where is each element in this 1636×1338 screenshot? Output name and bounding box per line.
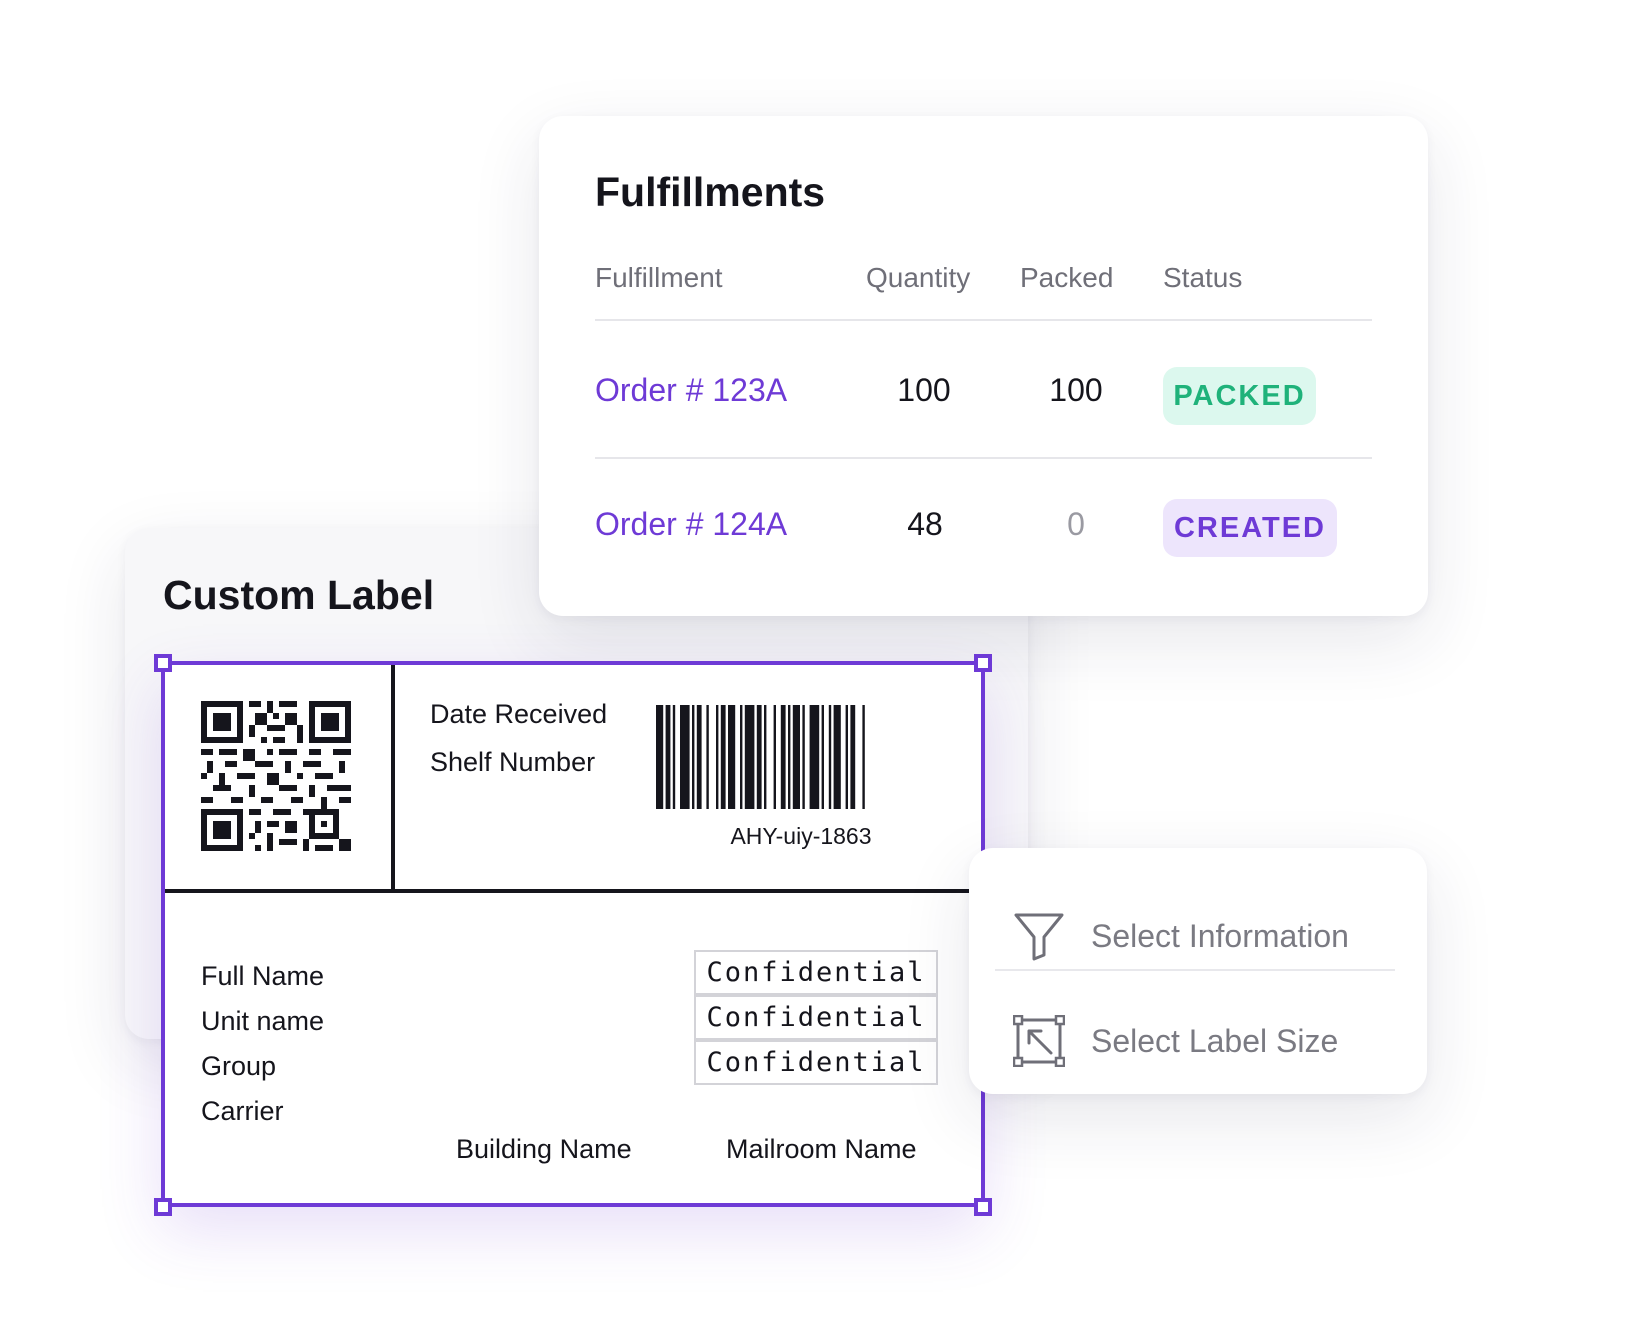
status-badge: PACKED xyxy=(1163,367,1316,425)
unit-name-field: Unit name xyxy=(201,1006,325,1036)
select-label-size-option[interactable]: Select Label Size xyxy=(969,991,1427,1091)
packed-value: 0 xyxy=(1067,506,1085,542)
date-received-label: Date Received xyxy=(430,699,608,729)
packed-value: 100 xyxy=(1049,372,1103,408)
resize-icon xyxy=(1013,1015,1065,1067)
resize-handle-bottom-left[interactable] xyxy=(154,1198,172,1216)
shelf-number-label: Shelf Number xyxy=(430,747,596,777)
options-divider xyxy=(995,969,1395,971)
select-label-size-label: Select Label Size xyxy=(1091,1022,1339,1059)
header-divider xyxy=(595,319,1372,321)
resize-handle-top-right[interactable] xyxy=(974,654,992,672)
quantity-value: 48 xyxy=(907,506,943,542)
custom-label-title: Custom Label xyxy=(163,572,435,618)
fulfillments-title: Fulfillments xyxy=(595,169,826,215)
funnel-icon xyxy=(1014,913,1064,961)
fulfillments-card: Fulfillments Fulfillment Quantity Packed… xyxy=(539,116,1428,616)
label-vertical-divider xyxy=(391,665,395,893)
barcode-number: AHY-uiy-1863 xyxy=(730,823,872,849)
resize-handle-top-left[interactable] xyxy=(154,654,172,672)
quantity-value: 100 xyxy=(897,372,951,408)
barcode-icon xyxy=(656,705,865,809)
group-field: Group xyxy=(201,1051,277,1081)
select-information-option[interactable]: Select Information xyxy=(969,886,1427,986)
confidential-field: Confidential xyxy=(694,995,938,1040)
label-horizontal-divider xyxy=(165,889,972,893)
column-header-packed: Packed xyxy=(1020,262,1114,293)
mailroom-name-field: Mailroom Name xyxy=(726,1134,917,1164)
confidential-field: Confidential xyxy=(694,950,938,995)
column-header-quantity: Quantity xyxy=(866,262,971,293)
full-name-field: Full Name xyxy=(201,961,325,991)
resize-handle-bottom-right[interactable] xyxy=(974,1198,992,1216)
building-name-field: Building Name xyxy=(456,1134,632,1164)
carrier-field: Carrier xyxy=(201,1096,284,1126)
select-information-label: Select Information xyxy=(1091,917,1349,954)
qr-code-icon xyxy=(201,701,351,851)
label-options-card: Select Information Select Label Size xyxy=(969,848,1427,1094)
row-divider xyxy=(595,457,1372,459)
status-badge: CREATED xyxy=(1163,499,1337,557)
column-header-fulfillment: Fulfillment xyxy=(595,262,723,293)
label-preview[interactable]: Date Received Shelf Number AHY-uiy-1863 … xyxy=(161,661,985,1207)
order-link[interactable]: Order # 124A xyxy=(595,506,787,543)
column-header-status: Status xyxy=(1163,262,1243,293)
confidential-field: Confidential xyxy=(694,1040,938,1085)
order-link[interactable]: Order # 123A xyxy=(595,372,787,409)
